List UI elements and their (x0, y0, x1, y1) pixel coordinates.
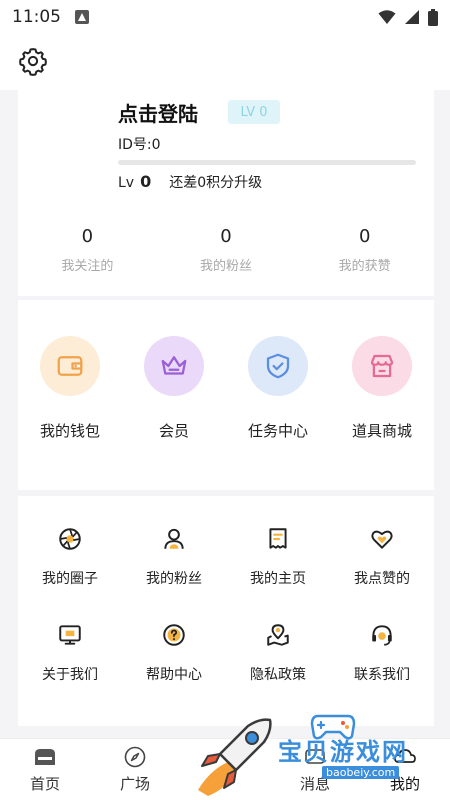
stat-fans[interactable]: 0 我的粉丝 (157, 226, 296, 274)
login-title[interactable]: 点击登陆 (118, 98, 198, 127)
stats-row: 0 我关注的 0 我的粉丝 0 我的获赞 (18, 226, 434, 274)
level-value: 0 (140, 172, 152, 191)
stat-following[interactable]: 0 我关注的 (18, 226, 157, 274)
level-prefix: Lv (118, 175, 135, 191)
menu-help-center[interactable]: 帮助中心 (122, 622, 226, 684)
watermark-url: baobeiy.com (322, 766, 400, 779)
menu-label: 我的圈子 (42, 571, 98, 587)
nav-label: 首页 (29, 775, 60, 793)
signal-icon (405, 10, 419, 24)
stat-label: 我的获赞 (338, 259, 391, 274)
nav-home[interactable]: 首页 (0, 739, 90, 800)
map-pin-icon (267, 624, 289, 646)
feature-label: 会员 (158, 422, 189, 440)
feature-card: 我的钱包 会员 任务中心 道具商城 (18, 300, 434, 490)
menu-label: 我的粉丝 (146, 571, 202, 587)
stat-value: 0 (220, 226, 232, 247)
gear-icon[interactable] (18, 46, 48, 76)
home-icon (35, 749, 55, 765)
status-bar: 11:05 (0, 0, 450, 34)
menu-my-likes[interactable]: 我点赞的 (330, 526, 434, 588)
wifi-icon (378, 10, 396, 24)
receipt-icon (269, 528, 287, 549)
stat-label: 我关注的 (61, 259, 114, 274)
rocket-icon (198, 718, 272, 796)
menu-label: 联系我们 (354, 667, 410, 683)
feature-store[interactable]: 道具商城 (330, 336, 434, 441)
menu-label: 关于我们 (42, 667, 98, 683)
question-icon (163, 624, 185, 646)
heart-icon (371, 530, 393, 549)
nav-label: 广场 (119, 775, 150, 793)
stat-likes[interactable]: 0 我的获赞 (295, 226, 434, 274)
watermark: 宝贝游戏网 baobeiy.com (190, 710, 430, 798)
menu-my-fans[interactable]: 我的粉丝 (122, 526, 226, 588)
menu-contact-us[interactable]: 联系我们 (330, 622, 434, 684)
feature-label: 我的钱包 (39, 422, 100, 440)
notification-icon (75, 10, 89, 24)
level-line: Lv 0 还差0积分升级 (118, 172, 262, 192)
nav-square[interactable]: 广场 (90, 739, 180, 800)
level-hint: 还差0积分升级 (169, 175, 263, 191)
menu-label: 帮助中心 (146, 667, 202, 683)
menu-privacy-policy[interactable]: 隐私政策 (226, 622, 330, 684)
user-id: ID号:0 (118, 137, 161, 153)
feature-label: 道具商城 (351, 422, 412, 440)
battery-icon (428, 8, 438, 26)
stat-value: 0 (81, 226, 94, 247)
menu-label: 我点赞的 (354, 571, 410, 587)
feature-wallet[interactable]: 我的钱包 (18, 336, 122, 441)
user-icon (164, 528, 184, 549)
page-header (0, 34, 450, 90)
menu-label: 我的主页 (250, 571, 306, 587)
contact-icon (372, 625, 392, 646)
compass-icon (124, 746, 146, 768)
menu-card: 我的圈子 我的粉丝 我的主页 我点赞的 关于我们 帮助中心 隐私政策 联系我们 (18, 496, 434, 726)
menu-label: 隐私政策 (250, 667, 306, 683)
menu-my-circle[interactable]: 我的圈子 (18, 526, 122, 588)
menu-my-homepage[interactable]: 我的主页 (226, 526, 330, 588)
watermark-text: 宝贝游戏网 (278, 738, 408, 766)
feature-tasks[interactable]: 任务中心 (226, 336, 330, 441)
aperture-icon (59, 528, 81, 550)
stat-label: 我的粉丝 (200, 259, 253, 274)
feature-label: 任务中心 (247, 422, 308, 440)
status-time: 11:05 (12, 7, 61, 27)
profile-card: 点击登陆 LV 0 ID号:0 Lv 0 还差0积分升级 0 我关注的 0 我的… (18, 90, 434, 296)
wallet-icon (40, 336, 100, 396)
menu-about-us[interactable]: 关于我们 (18, 622, 122, 684)
feature-vip[interactable]: 会员 (122, 336, 226, 441)
level-badge: LV 0 (228, 100, 280, 124)
stat-value: 0 (358, 226, 371, 247)
store-icon (352, 336, 412, 396)
shield-check-icon (248, 336, 308, 396)
crown-icon (144, 336, 204, 396)
monitor-icon (59, 625, 81, 645)
level-progress-bar (118, 160, 416, 165)
